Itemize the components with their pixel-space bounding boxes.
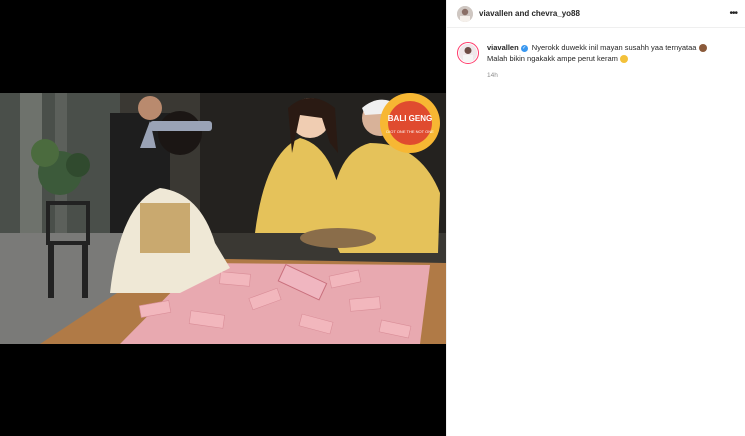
post-side-panel: viavallen and chevra_yo88 ••• viavallen ✓… (446, 0, 745, 436)
badge-subtitle: DIOT ONE THE NOT ONE (386, 129, 434, 134)
caption-line-2: Malah bikin ngakakk ampe perut keram (487, 54, 618, 63)
header-usernames[interactable]: viavallen and chevra_yo88 (479, 9, 580, 18)
facepalm-emoji-icon (698, 44, 707, 53)
avatar-image (457, 5, 473, 22)
laughing-emoji-icon (620, 55, 628, 64)
post-header: viavallen and chevra_yo88 ••• (447, 0, 745, 28)
more-horizontal-icon[interactable]: ••• (729, 8, 737, 19)
post-media: BALI GENG DIOT ONE THE NOT ONE (0, 0, 446, 436)
video-scene: BALI GENG DIOT ONE THE NOT ONE (0, 93, 446, 344)
badge-title: BALI GENG (388, 114, 432, 123)
post-time[interactable]: 14h (487, 70, 727, 81)
verified-icon: ✓ (520, 44, 528, 52)
author-username[interactable]: viavallen (487, 43, 519, 52)
caption-line-1: Nyerokk duwekk inil mayan susahh yaa ter… (531, 43, 697, 52)
author-avatar[interactable] (457, 42, 479, 64)
header-avatar[interactable] (457, 5, 473, 22)
caption: viavallen ✓ Nyerokk duwekk inil mayan sus… (487, 42, 727, 81)
caption-row: viavallen ✓ Nyerokk duwekk inil mayan sus… (447, 28, 745, 81)
video-frame[interactable]: BALI GENG DIOT ONE THE NOT ONE (0, 93, 446, 344)
author-avatar-image (459, 44, 477, 62)
